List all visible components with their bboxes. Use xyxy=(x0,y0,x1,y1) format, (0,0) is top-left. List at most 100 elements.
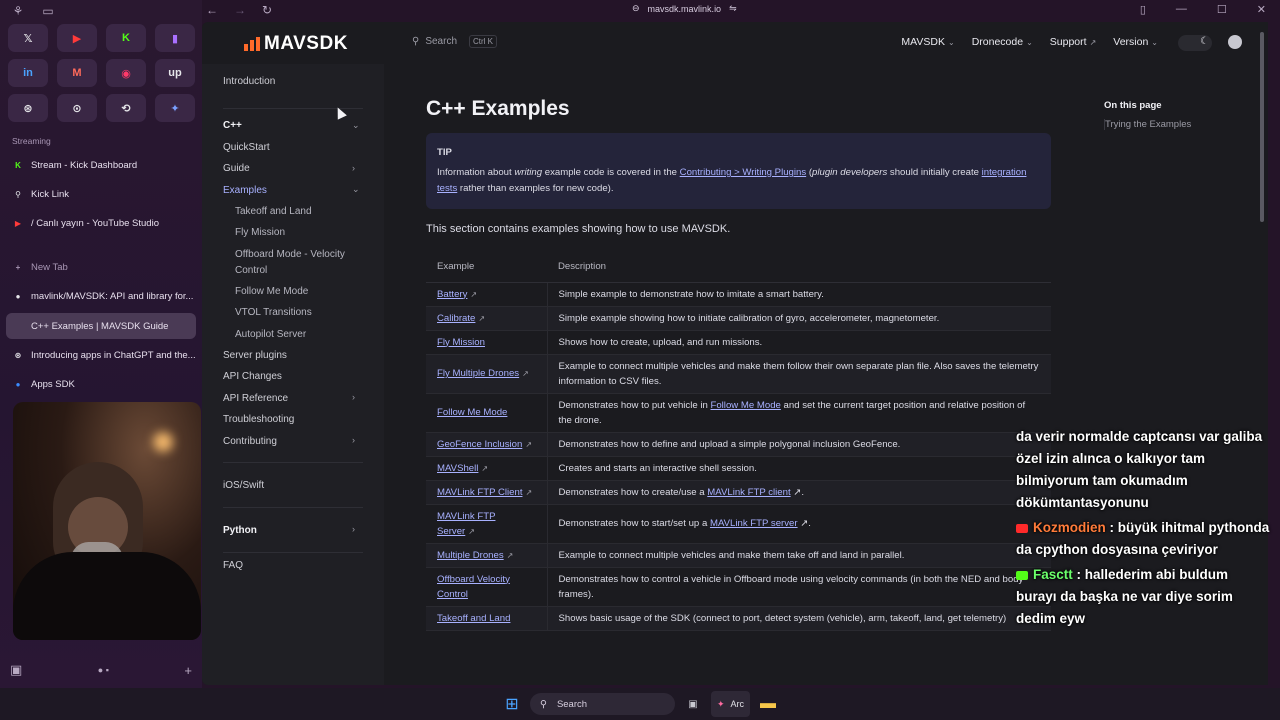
favorite-upwork-icon[interactable]: up xyxy=(155,59,195,87)
example-link[interactable]: Follow Me Mode xyxy=(437,407,507,418)
example-cell: MAVLink FTP Server ↗ xyxy=(426,504,548,544)
favorite-record-icon[interactable]: ◉ xyxy=(106,59,146,87)
tab-cpp-examples[interactable]: C++ Examples | MAVSDK Guide xyxy=(6,313,196,339)
nav-vtol-transitions[interactable]: VTOL Transitions xyxy=(235,307,312,318)
chat-username: Fasctt xyxy=(1033,567,1073,582)
chat-text: da verir normalde captcansı var galiba xyxy=(1016,429,1263,444)
mavsdk-logo[interactable]: MAVSDK xyxy=(244,33,348,55)
minimize-icon[interactable]: — xyxy=(1176,3,1187,16)
example-link[interactable]: Fly Multiple Drones xyxy=(437,368,519,379)
toc-link-trying-examples[interactable]: Trying the Examples xyxy=(1104,119,1254,130)
taskbar-arc[interactable]: ✦ Arc xyxy=(710,691,751,717)
chevron-down-icon[interactable]: ⌄ xyxy=(352,120,360,131)
nav-python[interactable]: Python xyxy=(223,525,257,536)
nav-autopilot-server[interactable]: Autopilot Server xyxy=(235,329,306,340)
tab-youtube-studio[interactable]: ▶ / Canlı yayın - YouTube Studio xyxy=(6,210,196,236)
add-icon[interactable]: + xyxy=(184,663,192,678)
windows-start-icon[interactable]: ⊞ xyxy=(502,694,522,714)
tab-kick-dashboard[interactable]: K Stream - Kick Dashboard xyxy=(6,152,196,178)
nav-follow-me-mode[interactable]: Follow Me Mode xyxy=(235,286,308,297)
tab-github-mavsdk[interactable]: ● mavlink/MAVSDK: API and library for... xyxy=(6,283,196,309)
nav-ios-swift[interactable]: iOS/Swift xyxy=(223,480,264,491)
nav-takeoff-and-land[interactable]: Takeoff and Land xyxy=(235,206,312,217)
description-link[interactable]: MAVLink FTP client xyxy=(707,487,790,498)
favorite-kick-icon[interactable]: K xyxy=(106,24,146,52)
example-link[interactable]: GeoFence Inclusion xyxy=(437,439,522,450)
example-link[interactable]: Takeoff and Land xyxy=(437,613,510,624)
site-controls-icon[interactable]: ⇋ xyxy=(729,3,737,14)
topnav-support[interactable]: Support ↗ xyxy=(1050,36,1096,48)
sidebar-toggle-icon[interactable]: ▭ xyxy=(40,4,56,18)
example-link[interactable]: Battery xyxy=(437,289,467,300)
taskbar-search[interactable]: ⚲ Search xyxy=(529,693,675,715)
favorite-chatgpt-icon[interactable]: ⊛ xyxy=(8,94,48,122)
topnav-version[interactable]: Version ⌄ xyxy=(1113,36,1158,48)
example-cell: Calibrate ↗ xyxy=(426,306,548,331)
nav-api-reference[interactable]: API Reference xyxy=(223,393,288,404)
nav-offboard-velocity-cont[interactable]: Control xyxy=(235,265,267,276)
webcam-overlay xyxy=(13,402,201,640)
new-tab-button[interactable]: + New Tab xyxy=(6,254,196,280)
chevron-right-icon[interactable]: › xyxy=(352,392,355,402)
nav-fly-mission[interactable]: Fly Mission xyxy=(235,227,285,238)
nav-examples[interactable]: Examples xyxy=(223,185,267,196)
archive-icon[interactable]: ▣ xyxy=(10,662,22,678)
nav-offboard-velocity[interactable]: Offboard Mode - Velocity xyxy=(235,249,345,260)
favorite-x-icon[interactable]: 𝕏 xyxy=(8,24,48,52)
example-link[interactable]: Offboard Velocity Control xyxy=(437,574,510,600)
description-link[interactable]: Follow Me Mode xyxy=(710,400,780,411)
favorite-gemini-icon[interactable]: ✦ xyxy=(155,94,195,122)
nav-cpp[interactable]: C++ xyxy=(223,120,242,131)
theme-toggle[interactable] xyxy=(1178,35,1212,51)
nav-troubleshooting[interactable]: Troubleshooting xyxy=(223,414,294,425)
nav-quickstart[interactable]: QuickStart xyxy=(223,142,270,153)
table-row: Multiple Drones ↗ Example to connect multi… xyxy=(426,543,1051,568)
maximize-icon[interactable]: ☐ xyxy=(1217,3,1227,16)
split-view-icon[interactable]: ▯ xyxy=(1140,3,1146,16)
topnav-mavsdk[interactable]: MAVSDK ⌄ xyxy=(901,36,954,48)
description-cell: Demonstrates how to create/use a MAVLink… xyxy=(547,480,1051,505)
nav-introduction[interactable]: Introduction xyxy=(223,76,275,87)
space-switcher-icon[interactable]: ● ▪ xyxy=(98,665,109,675)
tab-kick-link[interactable]: ⚲ Kick Link xyxy=(6,181,196,207)
nav-guide[interactable]: Guide xyxy=(223,163,250,174)
favorite-sync-icon[interactable]: ⟲ xyxy=(106,94,146,122)
search-button[interactable]: ⚲ Search Ctrl K xyxy=(412,35,498,48)
example-link[interactable]: MAVLink FTP Server xyxy=(437,511,495,537)
favorite-twitch-icon[interactable]: ▮ xyxy=(155,24,195,52)
forward-arrow-icon[interactable]: → xyxy=(234,3,246,17)
nav-api-changes[interactable]: API Changes xyxy=(223,371,282,382)
chevron-down-icon[interactable]: ⌄ xyxy=(352,184,360,195)
nav-contributing[interactable]: Contributing xyxy=(223,436,277,447)
nav-server-plugins[interactable]: Server plugins xyxy=(223,350,287,361)
example-link[interactable]: Calibrate xyxy=(437,313,475,324)
chevron-right-icon[interactable]: › xyxy=(352,163,355,173)
chevron-right-icon[interactable]: › xyxy=(352,524,355,534)
url-bar[interactable]: ⊖ mavsdk.mavlink.io ⇋ xyxy=(632,3,737,14)
chevron-right-icon[interactable]: › xyxy=(352,435,355,445)
arc-logo-icon[interactable]: ⚘ xyxy=(10,4,26,18)
page-scrollbar[interactable] xyxy=(1260,32,1264,222)
favorite-linkedin-icon[interactable]: in xyxy=(8,59,48,87)
description-link[interactable]: MAVLink FTP server xyxy=(710,518,798,529)
favorite-gmail-icon[interactable]: M xyxy=(57,59,97,87)
back-arrow-icon[interactable]: ← xyxy=(206,3,218,17)
example-link[interactable]: MAVShell xyxy=(437,463,478,474)
example-link[interactable]: Fly Mission xyxy=(437,337,485,348)
task-view-icon[interactable]: ▣ xyxy=(683,694,703,714)
contributing-link[interactable]: Contributing > Writing Plugins xyxy=(680,167,806,178)
search-icon: ⚲ xyxy=(412,36,420,47)
streaming-folder-label[interactable]: Streaming xyxy=(12,136,51,146)
close-icon[interactable]: ✕ xyxy=(1257,3,1266,16)
github-icon[interactable] xyxy=(1228,35,1242,49)
topnav-dronecode[interactable]: Dronecode ⌄ xyxy=(972,36,1033,48)
favorite-target-icon[interactable]: ⊙ xyxy=(57,94,97,122)
file-explorer-icon[interactable]: ▬ xyxy=(758,694,778,714)
favorite-youtube-icon[interactable]: ▶ xyxy=(57,24,97,52)
reload-icon[interactable]: ↻ xyxy=(262,3,272,17)
example-link[interactable]: MAVLink FTP Client xyxy=(437,487,522,498)
tab-chatgpt-apps[interactable]: ⊛ Introducing apps in ChatGPT and the... xyxy=(6,342,196,368)
nav-faq[interactable]: FAQ xyxy=(223,560,243,571)
tab-apps-sdk[interactable]: ● Apps SDK xyxy=(6,371,196,397)
example-link[interactable]: Multiple Drones xyxy=(437,550,504,561)
